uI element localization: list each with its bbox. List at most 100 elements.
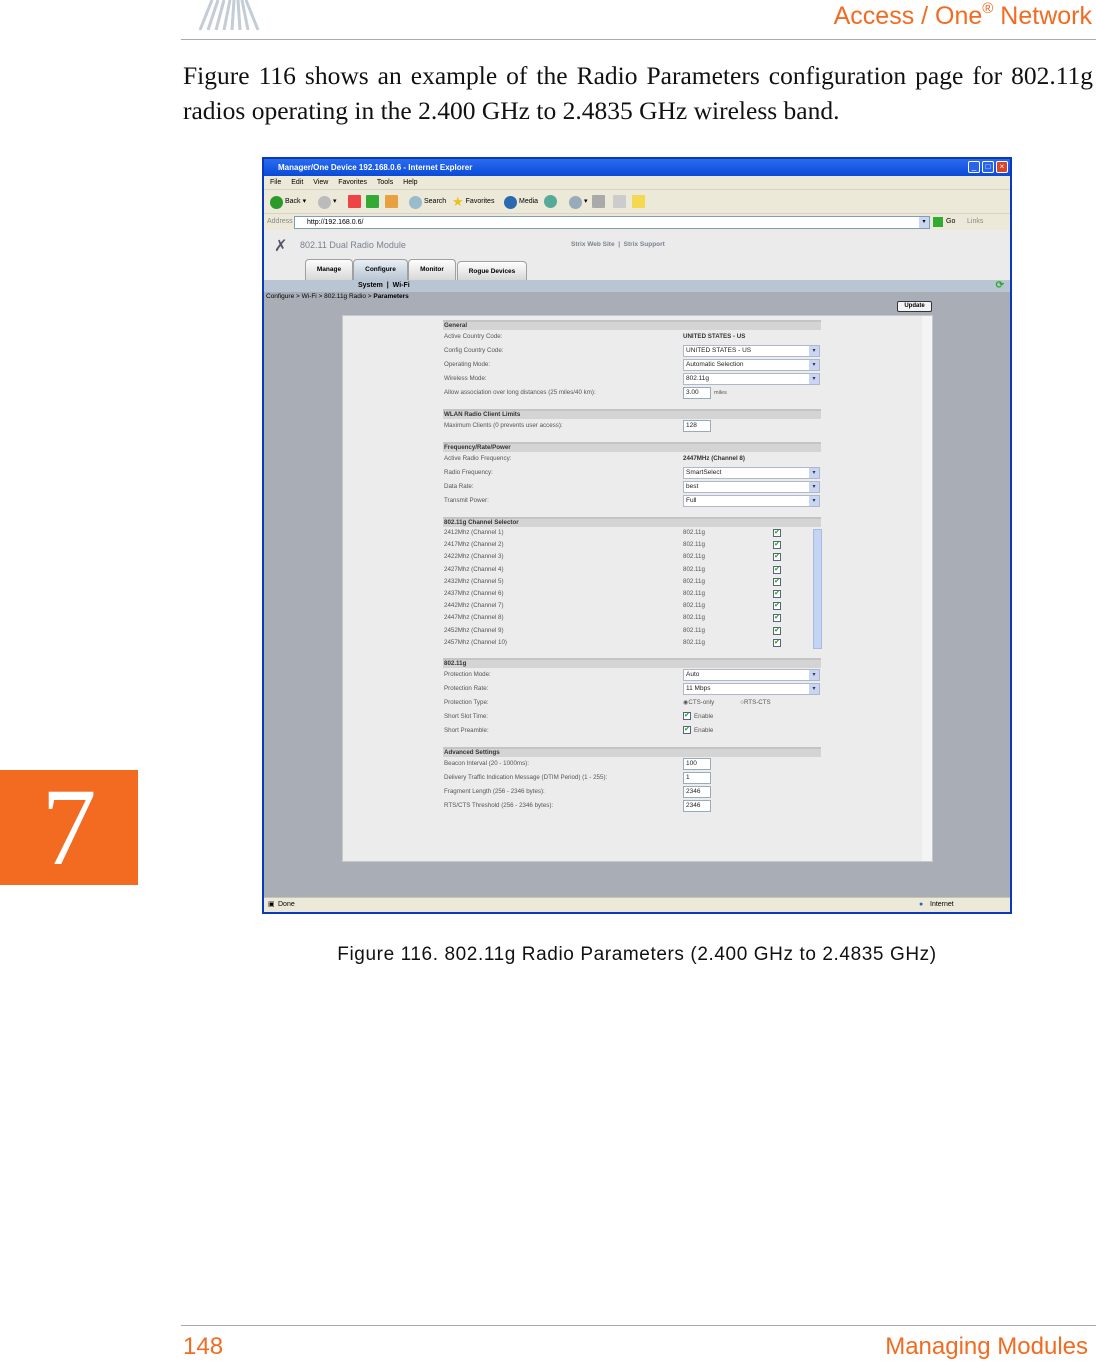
web-page: ✗ 802.11 Dual Radio Module Strix Web Sit…: [264, 230, 1010, 897]
tab-rogue-devices[interactable]: Rogue Devices: [457, 261, 527, 280]
favorites-button[interactable]: ★ Favorites: [452, 195, 494, 209]
field-control: 3.00 miles: [683, 386, 727, 400]
menu-view[interactable]: View: [313, 179, 328, 186]
field-select[interactable]: 802.11g ▾: [683, 373, 820, 385]
field-select[interactable]: SmartSelect ▾: [683, 467, 820, 479]
field-control: Auto ▾: [683, 668, 820, 681]
field-label: Beacon Interval (20 - 1000ms):: [444, 759, 529, 767]
channel-checkbox[interactable]: ✔: [773, 565, 781, 574]
channel-checkbox[interactable]: ✔: [773, 589, 781, 598]
selected-value: SmartSelect: [686, 469, 722, 476]
chevron-down-icon: ▾: [809, 496, 819, 506]
home-button[interactable]: [385, 195, 398, 208]
field-input[interactable]: 128: [683, 420, 711, 432]
channel-checkbox[interactable]: ✔: [773, 541, 781, 550]
refresh-icon[interactable]: ⟳: [996, 280, 1004, 292]
history-button[interactable]: [544, 195, 557, 208]
search-label: Search: [424, 198, 447, 205]
refresh-button[interactable]: [366, 195, 379, 208]
form-row: Transmit Power: Full ▾: [443, 494, 821, 508]
sub-navigation: System | Wi-Fi ⟳: [264, 280, 1010, 292]
field-input[interactable]: 2346: [683, 799, 711, 812]
field-select[interactable]: Auto ▾: [683, 668, 820, 681]
field-input[interactable]: 100: [683, 757, 711, 770]
field-control: 1: [683, 771, 711, 785]
channel-row: 2417Mhz (Channel 2) 802.11g ✔: [443, 539, 821, 551]
menu-edit[interactable]: Edit: [291, 179, 303, 186]
channel-checkbox[interactable]: ✔: [773, 614, 781, 623]
close-button[interactable]: ×: [996, 161, 1008, 173]
subnav-wifi[interactable]: Wi-Fi: [393, 282, 410, 289]
menu-file[interactable]: File: [270, 179, 281, 186]
forward-button[interactable]: ▾: [318, 195, 337, 209]
settings-panel: General Active Country Code: UNITED STATES…: [342, 315, 933, 862]
edit-icon: [613, 195, 626, 208]
radio-option[interactable]: ◉CTS-only: [683, 699, 714, 706]
maximize-button[interactable]: □: [982, 161, 994, 173]
chevron-down-icon: ▾: [809, 683, 819, 694]
field-control: 11 Mbps ▾: [683, 682, 820, 695]
strix-support-link[interactable]: Strix Support: [624, 241, 665, 248]
links-button[interactable]: Links: [967, 214, 983, 230]
field-control: 802.11g ✔: [683, 625, 781, 637]
chevron-down-icon: ▾: [809, 374, 819, 384]
edit-button[interactable]: [613, 195, 626, 208]
back-button[interactable]: Back ▾: [270, 195, 306, 209]
tab-monitor[interactable]: Monitor: [408, 259, 456, 280]
channel-row: 2422Mhz (Channel 3) 802.11g ✔: [443, 551, 821, 563]
channel-checkbox[interactable]: ✔: [773, 553, 781, 562]
field-select[interactable]: UNITED STATES - US ▾: [683, 345, 820, 357]
field-input[interactable]: 2346: [683, 785, 711, 798]
print-button[interactable]: [592, 195, 605, 208]
field-control: Automatic Selection ▾: [683, 358, 820, 371]
minimize-button[interactable]: _: [968, 161, 980, 173]
field-checkbox[interactable]: ✔: [683, 726, 691, 735]
checkbox-label: Enable: [694, 712, 714, 720]
field-select[interactable]: Full ▾: [683, 495, 820, 507]
menu-help[interactable]: Help: [403, 179, 417, 186]
field-label: 2457Mhz (Channel 10): [444, 638, 507, 646]
tab-manage[interactable]: Manage: [305, 259, 353, 280]
panel-scrollbar[interactable]: [922, 316, 932, 861]
radio-option[interactable]: ○RTS-CTS: [740, 699, 770, 706]
field-control: 802.11g ✔: [683, 576, 781, 588]
field-select[interactable]: best ▾: [683, 481, 820, 493]
media-button[interactable]: Media: [504, 195, 538, 209]
menu-bar: File Edit View Favorites Tools Help: [264, 176, 1010, 189]
stop-icon: [348, 195, 361, 208]
selected-value: 802.11g: [686, 375, 710, 382]
subnav-system[interactable]: System: [358, 282, 383, 289]
selected-value: Full: [686, 497, 697, 504]
field-control: 100: [683, 757, 711, 771]
channel-checkbox[interactable]: ✔: [773, 529, 781, 537]
channel-checkbox[interactable]: ✔: [773, 638, 781, 647]
address-input[interactable]: http://192.168.0.6/ ▾: [294, 216, 930, 229]
stop-button[interactable]: [348, 195, 361, 208]
go-button[interactable]: Go: [946, 214, 955, 230]
channel-checkbox[interactable]: ✔: [773, 602, 781, 611]
channel-checkbox[interactable]: ✔: [773, 577, 781, 586]
field-label: Data Rate:: [444, 483, 474, 490]
field-input[interactable]: 1: [683, 771, 711, 784]
field-select[interactable]: 11 Mbps ▾: [683, 682, 820, 695]
menu-tools[interactable]: Tools: [377, 179, 393, 186]
mail-button[interactable]: ▾: [569, 195, 588, 209]
menu-favorites[interactable]: Favorites: [338, 179, 367, 186]
channel-list-scrollbar[interactable]: [813, 529, 822, 649]
update-button[interactable]: Update: [897, 301, 932, 312]
field-select[interactable]: Automatic Selection ▾: [683, 359, 820, 371]
channel-checkbox[interactable]: ✔: [773, 626, 781, 635]
status-text: Done: [278, 901, 295, 908]
channel-mode: 802.11g: [683, 638, 705, 646]
field-label: Maximum Clients (0 prevents user access)…: [444, 422, 563, 429]
field-control: 802.11g ▾: [683, 372, 820, 385]
discuss-button[interactable]: [632, 195, 645, 208]
address-dropdown-icon[interactable]: ▾: [919, 217, 929, 228]
strix-web-site-link[interactable]: Strix Web Site: [571, 241, 615, 248]
field-input[interactable]: 3.00: [683, 387, 711, 399]
tab-configure[interactable]: Configure: [353, 259, 408, 280]
app-name: 802.11 Dual Radio Module: [300, 240, 406, 250]
field-checkbox[interactable]: ✔: [683, 712, 691, 721]
search-button[interactable]: Search: [409, 195, 446, 209]
